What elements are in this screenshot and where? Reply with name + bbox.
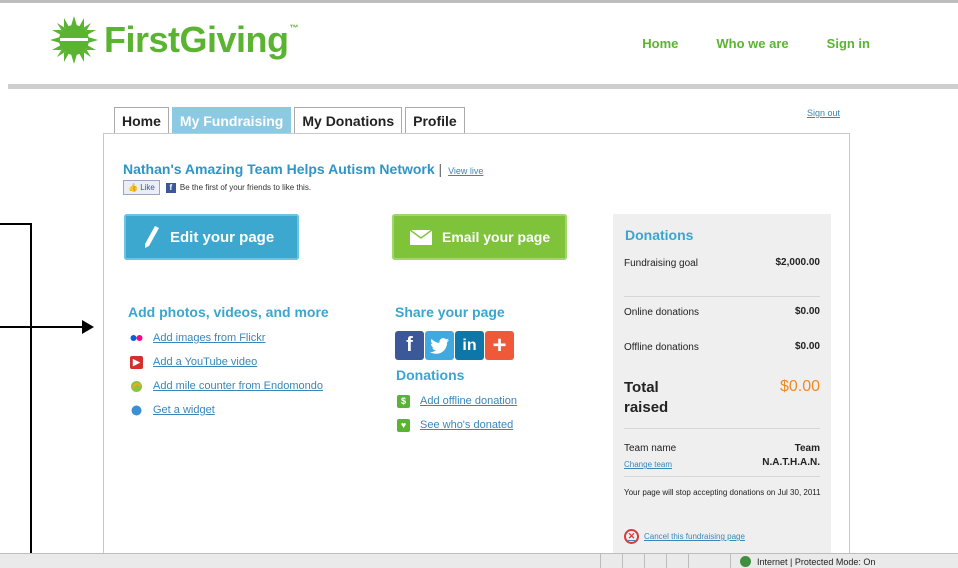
offline-donations-row: Offline donations $0.00 bbox=[624, 341, 820, 355]
security-zone-label: Internet | Protected Mode: On bbox=[757, 556, 876, 567]
addthis-icon[interactable]: + bbox=[485, 331, 514, 360]
divider bbox=[624, 428, 820, 429]
facebook-like-bar: 👍 Like f Be the first of your friends to… bbox=[123, 180, 311, 195]
twitter-icon[interactable] bbox=[425, 331, 454, 360]
status-divider bbox=[622, 554, 623, 568]
globe-icon bbox=[740, 556, 751, 567]
see-donors-link[interactable]: See who's donated bbox=[420, 419, 513, 431]
total-raised-value: $0.00 bbox=[779, 378, 820, 395]
divider bbox=[624, 476, 820, 477]
add-endomondo-link[interactable]: Add mile counter from Endomondo bbox=[153, 380, 323, 392]
status-divider bbox=[666, 554, 667, 568]
total-raised-row: Total raised $0.00 bbox=[624, 378, 820, 418]
team-name-label: Team name bbox=[624, 443, 677, 454]
fundraising-goal-label: Fundraising goal bbox=[624, 258, 698, 269]
cancel-icon: ✕ bbox=[624, 529, 639, 544]
team-name-label-group: Team name Change team bbox=[624, 442, 704, 472]
offline-donation-icon: $ bbox=[397, 394, 410, 408]
logo-wordmark: FirstGiving™ bbox=[104, 19, 299, 60]
thumbs-up-icon: 👍 bbox=[128, 183, 138, 192]
nav-who-we-are[interactable]: Who we are bbox=[716, 36, 788, 51]
donation-links: $ Add offline donation ♥ See who's donat… bbox=[397, 389, 517, 437]
envelope-icon bbox=[410, 229, 432, 245]
add-media-heading: Add photos, videos, and more bbox=[128, 304, 329, 320]
facebook-icon: f bbox=[165, 182, 176, 193]
total-raised-label: Total raised bbox=[624, 379, 669, 416]
browser-status-bar: Internet | Protected Mode: On bbox=[0, 553, 958, 568]
nav-sign-in[interactable]: Sign in bbox=[827, 36, 870, 51]
donations-heading: Donations bbox=[396, 367, 465, 383]
online-donations-row: Online donations $0.00 bbox=[624, 306, 820, 320]
tab-profile[interactable]: Profile bbox=[405, 107, 465, 134]
team-name-value: Team N.A.T.H.A.N. bbox=[762, 443, 820, 468]
list-item[interactable]: ♥ See who's donated bbox=[397, 413, 517, 437]
firstgiving-logo[interactable]: FirstGiving™ bbox=[48, 14, 299, 66]
pencil-icon bbox=[144, 226, 160, 248]
donations-box-heading: Donations bbox=[625, 227, 694, 243]
security-zone[interactable]: Internet | Protected Mode: On bbox=[740, 556, 875, 567]
endomondo-icon bbox=[130, 380, 143, 393]
like-text: Be the first of your friends to like thi… bbox=[179, 183, 312, 192]
top-border bbox=[0, 0, 958, 3]
status-divider bbox=[644, 554, 645, 568]
annotation-arrow-line bbox=[0, 326, 84, 328]
sign-out-link[interactable]: Sign out bbox=[807, 108, 840, 118]
share-heading: Share your page bbox=[395, 304, 505, 320]
facebook-icon[interactable]: f bbox=[395, 331, 424, 360]
divider bbox=[624, 296, 820, 297]
top-navigation: Home Who we are Sign in bbox=[642, 36, 870, 51]
online-donations-value: $0.00 bbox=[794, 306, 820, 317]
team-name-row: Team name Change team Team N.A.T.H.A.N. bbox=[624, 442, 820, 472]
list-item[interactable]: Get a widget bbox=[130, 398, 323, 422]
like-button[interactable]: 👍 Like bbox=[123, 180, 160, 195]
add-offline-donation-link[interactable]: Add offline donation bbox=[420, 395, 517, 407]
annotation-arrow-head bbox=[82, 320, 94, 334]
list-item[interactable]: $ Add offline donation bbox=[397, 389, 517, 413]
add-flickr-link[interactable]: Add images from Flickr bbox=[153, 332, 265, 344]
add-youtube-link[interactable]: Add a YouTube video bbox=[153, 356, 257, 368]
list-item[interactable]: Add images from Flickr bbox=[130, 326, 323, 350]
heart-icon: ♥ bbox=[397, 418, 410, 432]
tab-home[interactable]: Home bbox=[114, 107, 169, 134]
flickr-icon bbox=[130, 332, 143, 345]
title-separator: | bbox=[438, 161, 443, 177]
offline-donations-label: Offline donations bbox=[624, 342, 699, 353]
stop-accepting-note: Your page will stop accepting donations … bbox=[624, 488, 821, 497]
youtube-icon: ▶ bbox=[130, 355, 143, 369]
widget-icon bbox=[130, 404, 143, 417]
add-media-links: Add images from Flickr ▶ Add a YouTube v… bbox=[130, 326, 323, 422]
view-live-link[interactable]: View live bbox=[448, 166, 483, 176]
offline-donations-value: $0.00 bbox=[794, 341, 820, 352]
donations-summary: Donations Fundraising goal $2,000.00 Onl… bbox=[613, 214, 831, 568]
edit-page-button[interactable]: Edit your page bbox=[124, 214, 299, 260]
linkedin-icon[interactable]: in bbox=[455, 331, 484, 360]
list-item[interactable]: Add mile counter from Endomondo bbox=[130, 374, 323, 398]
online-donations-label: Online donations bbox=[624, 307, 700, 318]
edit-page-label: Edit your page bbox=[170, 228, 275, 246]
fundraising-goal-value: $2,000.00 bbox=[775, 257, 821, 268]
change-team-link[interactable]: Change team bbox=[624, 458, 704, 472]
email-page-button[interactable]: Email your page bbox=[392, 214, 567, 260]
status-divider bbox=[688, 554, 689, 568]
tab-my-fundraising[interactable]: My Fundraising bbox=[171, 107, 292, 134]
page-title: Nathan's Amazing Team Helps Autism Netwo… bbox=[123, 161, 483, 177]
cancel-page-label: Cancel this fundraising page bbox=[644, 532, 745, 541]
cancel-page-link[interactable]: ✕ Cancel this fundraising page bbox=[624, 529, 745, 544]
list-item[interactable]: ▶ Add a YouTube video bbox=[130, 350, 323, 374]
header-divider bbox=[8, 84, 958, 89]
fundraising-goal-row: Fundraising goal $2,000.00 bbox=[624, 257, 820, 271]
tab-my-donations[interactable]: My Donations bbox=[294, 107, 403, 134]
get-widget-link[interactable]: Get a widget bbox=[153, 404, 215, 416]
account-tabs: Home My Fundraising My Donations Profile bbox=[114, 107, 465, 134]
like-button-label: Like bbox=[140, 183, 155, 192]
share-icons: f in + bbox=[395, 331, 514, 360]
email-page-label: Email your page bbox=[442, 229, 551, 245]
team-page-name: Nathan's Amazing Team Helps Autism Netwo… bbox=[123, 161, 435, 177]
status-divider bbox=[600, 554, 601, 568]
annotation-bracket bbox=[0, 223, 32, 568]
status-divider bbox=[730, 554, 731, 568]
sunburst-icon bbox=[48, 14, 100, 66]
nav-home[interactable]: Home bbox=[642, 36, 678, 51]
